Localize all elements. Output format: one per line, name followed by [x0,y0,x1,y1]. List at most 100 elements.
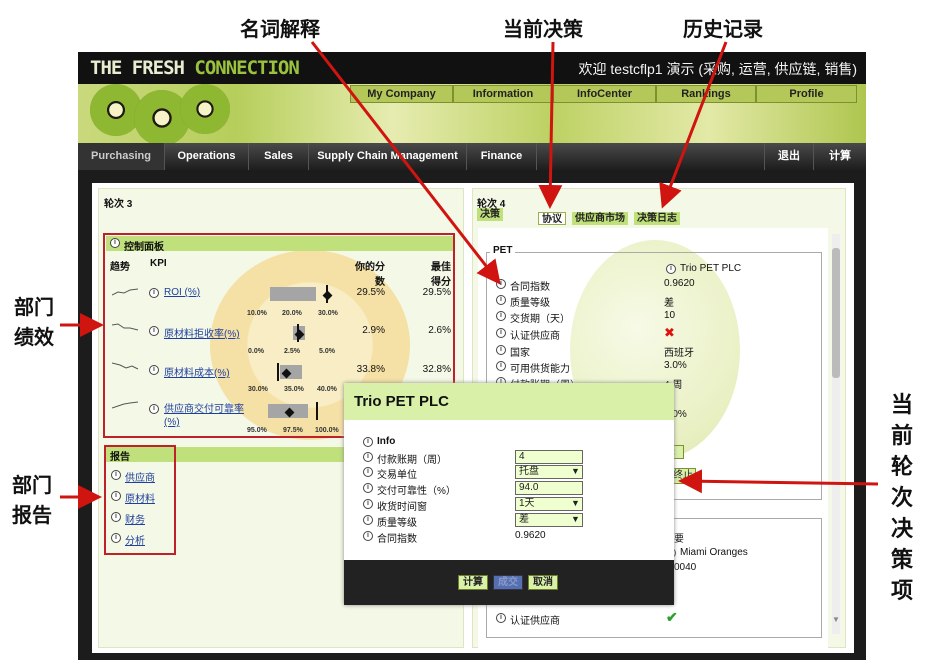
annotation-char: 当 [890,393,913,418]
annotation-char: 项 [890,579,913,604]
chevron-down-icon[interactable]: ▼ [571,498,580,508]
report-link-material[interactable]: 原材料 [125,490,155,505]
report-link-finance[interactable]: 财务 [125,511,145,526]
dialog-deal-button[interactable]: 成交 [493,575,523,590]
info-icon[interactable]: i [363,483,373,493]
dialog-cancel-button[interactable]: 取消 [528,575,558,590]
agreement-row-label: 交货期（天） [510,314,570,325]
agreement-row-label: 认证供应商 [510,331,560,342]
tick-label: 2.5% [284,348,300,355]
info-icon[interactable]: i [496,361,506,371]
tab-rankings[interactable]: Rankings [656,85,756,103]
contract-index-value: 0.9620 [515,530,546,541]
tab-agreement[interactable]: 协议 [538,212,566,225]
agreement-row-label: 合同指数 [510,282,550,293]
best-marker [316,402,318,420]
chevron-down-icon[interactable]: ▼ [571,514,580,524]
info-icon[interactable]: i [363,515,373,525]
annotation-char: 策 [890,548,913,573]
chevron-down-icon[interactable]: ▼ [571,466,580,476]
info-icon[interactable]: i [363,467,373,477]
trend-sparkline [112,288,139,296]
calculate-button[interactable]: 计算 [814,143,866,170]
info-icon[interactable]: i [496,311,506,321]
agreement-row-value: ✖ [664,325,675,340]
logout-button[interactable]: 退出 [764,143,814,170]
dialog-field-label: 交付可靠性（%） [377,486,456,497]
info-icon[interactable]: i [496,345,506,355]
nav-purchasing[interactable]: Purchasing [78,143,165,170]
tab-information[interactable]: Information [453,85,553,103]
tab-supplier-market[interactable]: 供应商市场 [572,212,628,225]
tick-label: 40.0% [317,386,337,393]
tab-my-company[interactable]: My Company [350,85,453,103]
info-icon[interactable]: i [496,328,506,338]
tick-label: 95.0% [247,427,267,434]
welcome-text: 欢迎 testcflp1 演示 (采购, 运营, 供应链, 销售) [578,61,857,77]
tick-label: 100.0% [315,427,339,434]
col-best-score: 最佳 得分 [431,262,451,288]
info-icon[interactable]: i [363,437,373,447]
kpi-link-delivery-reliability[interactable]: 供应商交付可靠率 (%) [164,403,244,429]
annotation-current-items: 当前轮次决策项 [889,390,915,607]
annotation-char: 前 [890,424,913,449]
partial-value: 0040 [674,562,697,573]
annotation-current-decision: 当前决策 [503,17,583,41]
kpi-link-roi[interactable]: ROI (%) [164,287,200,298]
info-icon[interactable]: i [149,288,159,298]
annotation-dept-perf: 部门 绩效 [14,295,54,349]
info-icon[interactable]: i [666,264,676,274]
partial-label: 要 [674,534,684,545]
info-icon[interactable]: i [363,452,373,462]
agreement-row-value: 10 [664,310,676,321]
pet-group-label: PET [490,245,516,256]
best-marker [277,363,279,381]
best-score: 32.8% [422,364,451,375]
info-icon[interactable]: i [496,279,506,289]
info-icon[interactable]: i [149,326,159,336]
lower-cert-label: 认证供应商 [510,616,560,627]
agreement-row-value: 差 [664,298,674,309]
trend-sparkline [112,362,139,370]
nav-operations[interactable]: Operations [165,143,249,170]
nav-sales[interactable]: Sales [249,143,309,170]
tab-infocenter[interactable]: InfoCenter [553,85,656,103]
dialog-field-input[interactable]: 94.0 [515,481,583,495]
kpi-link-rejection-rate[interactable]: 原材料拒收率(%) [164,325,240,340]
scroll-down-icon[interactable]: ▼ [832,615,840,624]
agreement-row-value: 3.0% [664,360,687,371]
info-icon[interactable]: i [496,295,506,305]
tick-label: 30.0% [318,310,338,317]
info-icon[interactable]: i [496,613,506,623]
info-icon[interactable]: i [111,470,121,480]
scrollbar-thumb[interactable] [832,248,840,378]
dialog-field-input[interactable]: 4 [515,450,583,464]
decision-label: 决策 [477,208,503,221]
dialog-field-label: 交易单位 [377,470,417,481]
agreement-row-label: 国家 [510,348,530,359]
best-score: 29.5% [422,287,451,298]
report-link-analysis[interactable]: 分析 [125,532,145,547]
annotation-history: 历史记录 [683,17,763,41]
info-icon[interactable]: i [363,499,373,509]
tick-label: 97.5% [283,427,303,434]
info-icon[interactable]: i [149,404,159,414]
info-icon[interactable]: i [363,531,373,541]
report-link-supplier[interactable]: 供应商 [125,469,155,484]
tab-profile[interactable]: Profile [756,85,857,103]
nav-supply-chain-management[interactable]: Supply Chain Management [309,143,467,170]
tick-label: 20.0% [282,310,302,317]
info-icon[interactable]: i [111,512,121,522]
tab-decision-log[interactable]: 决策日志 [634,212,680,225]
annotation-char: 轮 [890,455,913,480]
info-icon[interactable]: i [111,491,121,501]
nav-finance[interactable]: Finance [467,143,537,170]
info-icon[interactable]: i [149,365,159,375]
agreement-row-label: 可用供货能力 [510,364,570,375]
dialog-field-label: 付款账期（周） [377,455,447,466]
kpi-link-material-cost[interactable]: 原材料成本(%) [164,364,230,379]
annotation-dept-report: 部门 报告 [12,473,52,527]
info-icon[interactable]: i [111,533,121,543]
dialog-field-label: 收货时间窗 [377,502,427,513]
dialog-calc-button[interactable]: 计算 [458,575,488,590]
